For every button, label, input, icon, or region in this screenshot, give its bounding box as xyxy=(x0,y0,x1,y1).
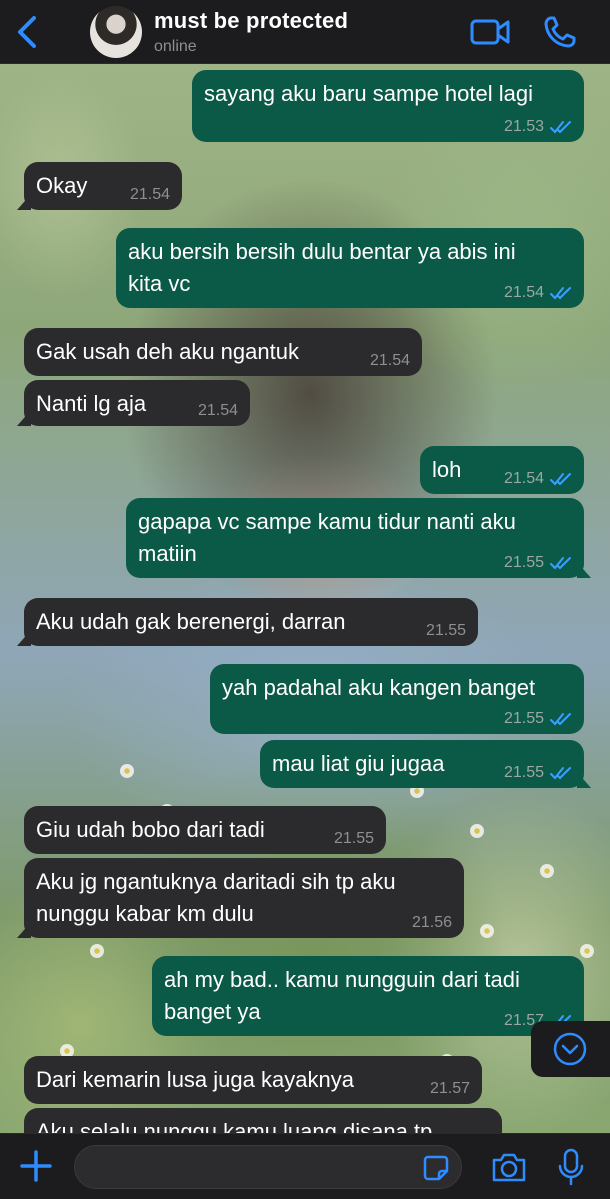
message-meta: 21.56 xyxy=(412,914,452,932)
message-bubble-outgoing[interactable]: gapapa vc sampe kamu tidur nanti aku mat… xyxy=(126,498,584,578)
camera-icon[interactable] xyxy=(490,1150,528,1184)
message-time: 21.55 xyxy=(503,554,544,571)
message-time: 21.54 xyxy=(369,352,410,369)
scroll-to-bottom-button[interactable] xyxy=(531,1021,610,1077)
message-text: Aku jg ngantuknya daritadi sih tp aku xyxy=(36,869,396,894)
chat-area[interactable]: sayang aku baru sampe hotel lagi 21.53 O… xyxy=(0,64,610,1133)
composer-bar xyxy=(0,1133,610,1199)
message-text: yah padahal aku kangen banget xyxy=(222,675,536,700)
message-time: 21.55 xyxy=(503,710,544,727)
message-meta: 21.55 xyxy=(334,830,374,848)
read-ticks-icon xyxy=(550,473,571,486)
message-text: nunggu kabar km dulu xyxy=(36,901,254,926)
message-meta: 21.55 xyxy=(504,764,572,782)
message-meta: 21.54 xyxy=(130,186,170,204)
message-time: 21.54 xyxy=(503,284,544,301)
message-meta: 21.54 xyxy=(504,284,572,302)
message-meta: 21.55 xyxy=(504,710,572,728)
message-bubble-outgoing[interactable]: aku bersih bersih dulu bentar ya abis in… xyxy=(116,228,584,308)
message-bubble-outgoing[interactable]: ah my bad.. kamu nungguin dari tadi bang… xyxy=(152,956,584,1036)
message-input[interactable] xyxy=(74,1145,462,1189)
sticker-icon[interactable] xyxy=(422,1154,450,1182)
message-meta: 21.54 xyxy=(370,352,410,370)
message-bubble-incoming[interactable]: Aku selalu nunggu kamu luang disana tp xyxy=(24,1108,502,1133)
message-bubble-outgoing[interactable]: mau liat giu jugaa 21.55 xyxy=(260,740,584,788)
message-bubble-incoming[interactable]: Aku jg ngantuknya daritadi sih tp aku nu… xyxy=(24,858,464,938)
read-ticks-icon xyxy=(550,767,571,780)
message-bubble-incoming[interactable]: Gak usah deh aku ngantuk 21.54 xyxy=(24,328,422,376)
message-bubble-incoming[interactable]: Dari kemarin lusa juga kayaknya 21.57 xyxy=(24,1056,482,1104)
message-text: gapapa vc sampe kamu tidur nanti aku xyxy=(138,509,516,534)
message-text: Giu udah bobo dari tadi xyxy=(36,817,265,842)
message-time: 21.54 xyxy=(503,470,544,487)
read-ticks-icon xyxy=(550,287,571,300)
video-camera-icon[interactable] xyxy=(470,16,510,48)
message-time: 21.57 xyxy=(429,1080,470,1097)
message-bubble-incoming[interactable]: Giu udah bobo dari tadi 21.55 xyxy=(24,806,386,854)
contact-status: online xyxy=(154,38,197,55)
message-time: 21.55 xyxy=(333,830,374,847)
message-bubble-incoming[interactable]: Okay 21.54 xyxy=(24,162,182,210)
message-text: sayang aku baru sampe hotel lagi xyxy=(204,81,533,106)
message-text: Dari kemarin lusa juga kayaknya xyxy=(36,1067,354,1092)
message-time: 21.53 xyxy=(503,118,544,135)
message-time: 21.55 xyxy=(425,622,466,639)
message-meta: 21.57 xyxy=(430,1080,470,1098)
message-meta: 21.54 xyxy=(198,402,238,420)
message-bubble-outgoing[interactable]: sayang aku baru sampe hotel lagi 21.53 xyxy=(192,70,584,142)
read-ticks-icon xyxy=(550,557,571,570)
plus-icon[interactable] xyxy=(18,1148,54,1184)
message-bubble-incoming[interactable]: Nanti lg aja 21.54 xyxy=(24,380,250,426)
message-time: 21.54 xyxy=(197,402,238,419)
contact-name[interactable]: must be protected xyxy=(154,8,348,34)
message-meta: 21.55 xyxy=(426,622,466,640)
message-text: Aku selalu nunggu kamu luang disana tp xyxy=(36,1119,433,1133)
avatar[interactable] xyxy=(90,6,142,58)
message-meta: 21.55 xyxy=(504,554,572,572)
message-bubble-incoming[interactable]: Aku udah gak berenergi, darran 21.55 xyxy=(24,598,478,646)
chevron-down-circle-icon xyxy=(553,1032,587,1066)
message-bubble-outgoing[interactable]: loh 21.54 xyxy=(420,446,584,494)
message-text: aku bersih bersih dulu bentar ya abis in… xyxy=(128,239,516,264)
message-time: 21.55 xyxy=(503,764,544,781)
message-text: Aku udah gak berenergi, darran xyxy=(36,609,346,634)
read-ticks-icon xyxy=(550,121,571,134)
back-chevron-icon[interactable] xyxy=(14,14,42,50)
chat-header: must be protected online xyxy=(0,0,610,64)
message-bubble-outgoing[interactable]: yah padahal aku kangen banget 21.55 xyxy=(210,664,584,734)
read-ticks-icon xyxy=(550,713,571,726)
message-time: 21.54 xyxy=(129,186,170,203)
microphone-icon[interactable] xyxy=(556,1147,586,1187)
message-meta: 21.54 xyxy=(504,470,572,488)
phone-icon[interactable] xyxy=(542,14,578,50)
message-meta: 21.53 xyxy=(504,118,572,136)
message-text: ah my bad.. kamu nungguin dari tadi xyxy=(164,967,520,992)
message-time: 21.56 xyxy=(411,914,452,931)
message-text: Gak usah deh aku ngantuk xyxy=(36,339,299,364)
